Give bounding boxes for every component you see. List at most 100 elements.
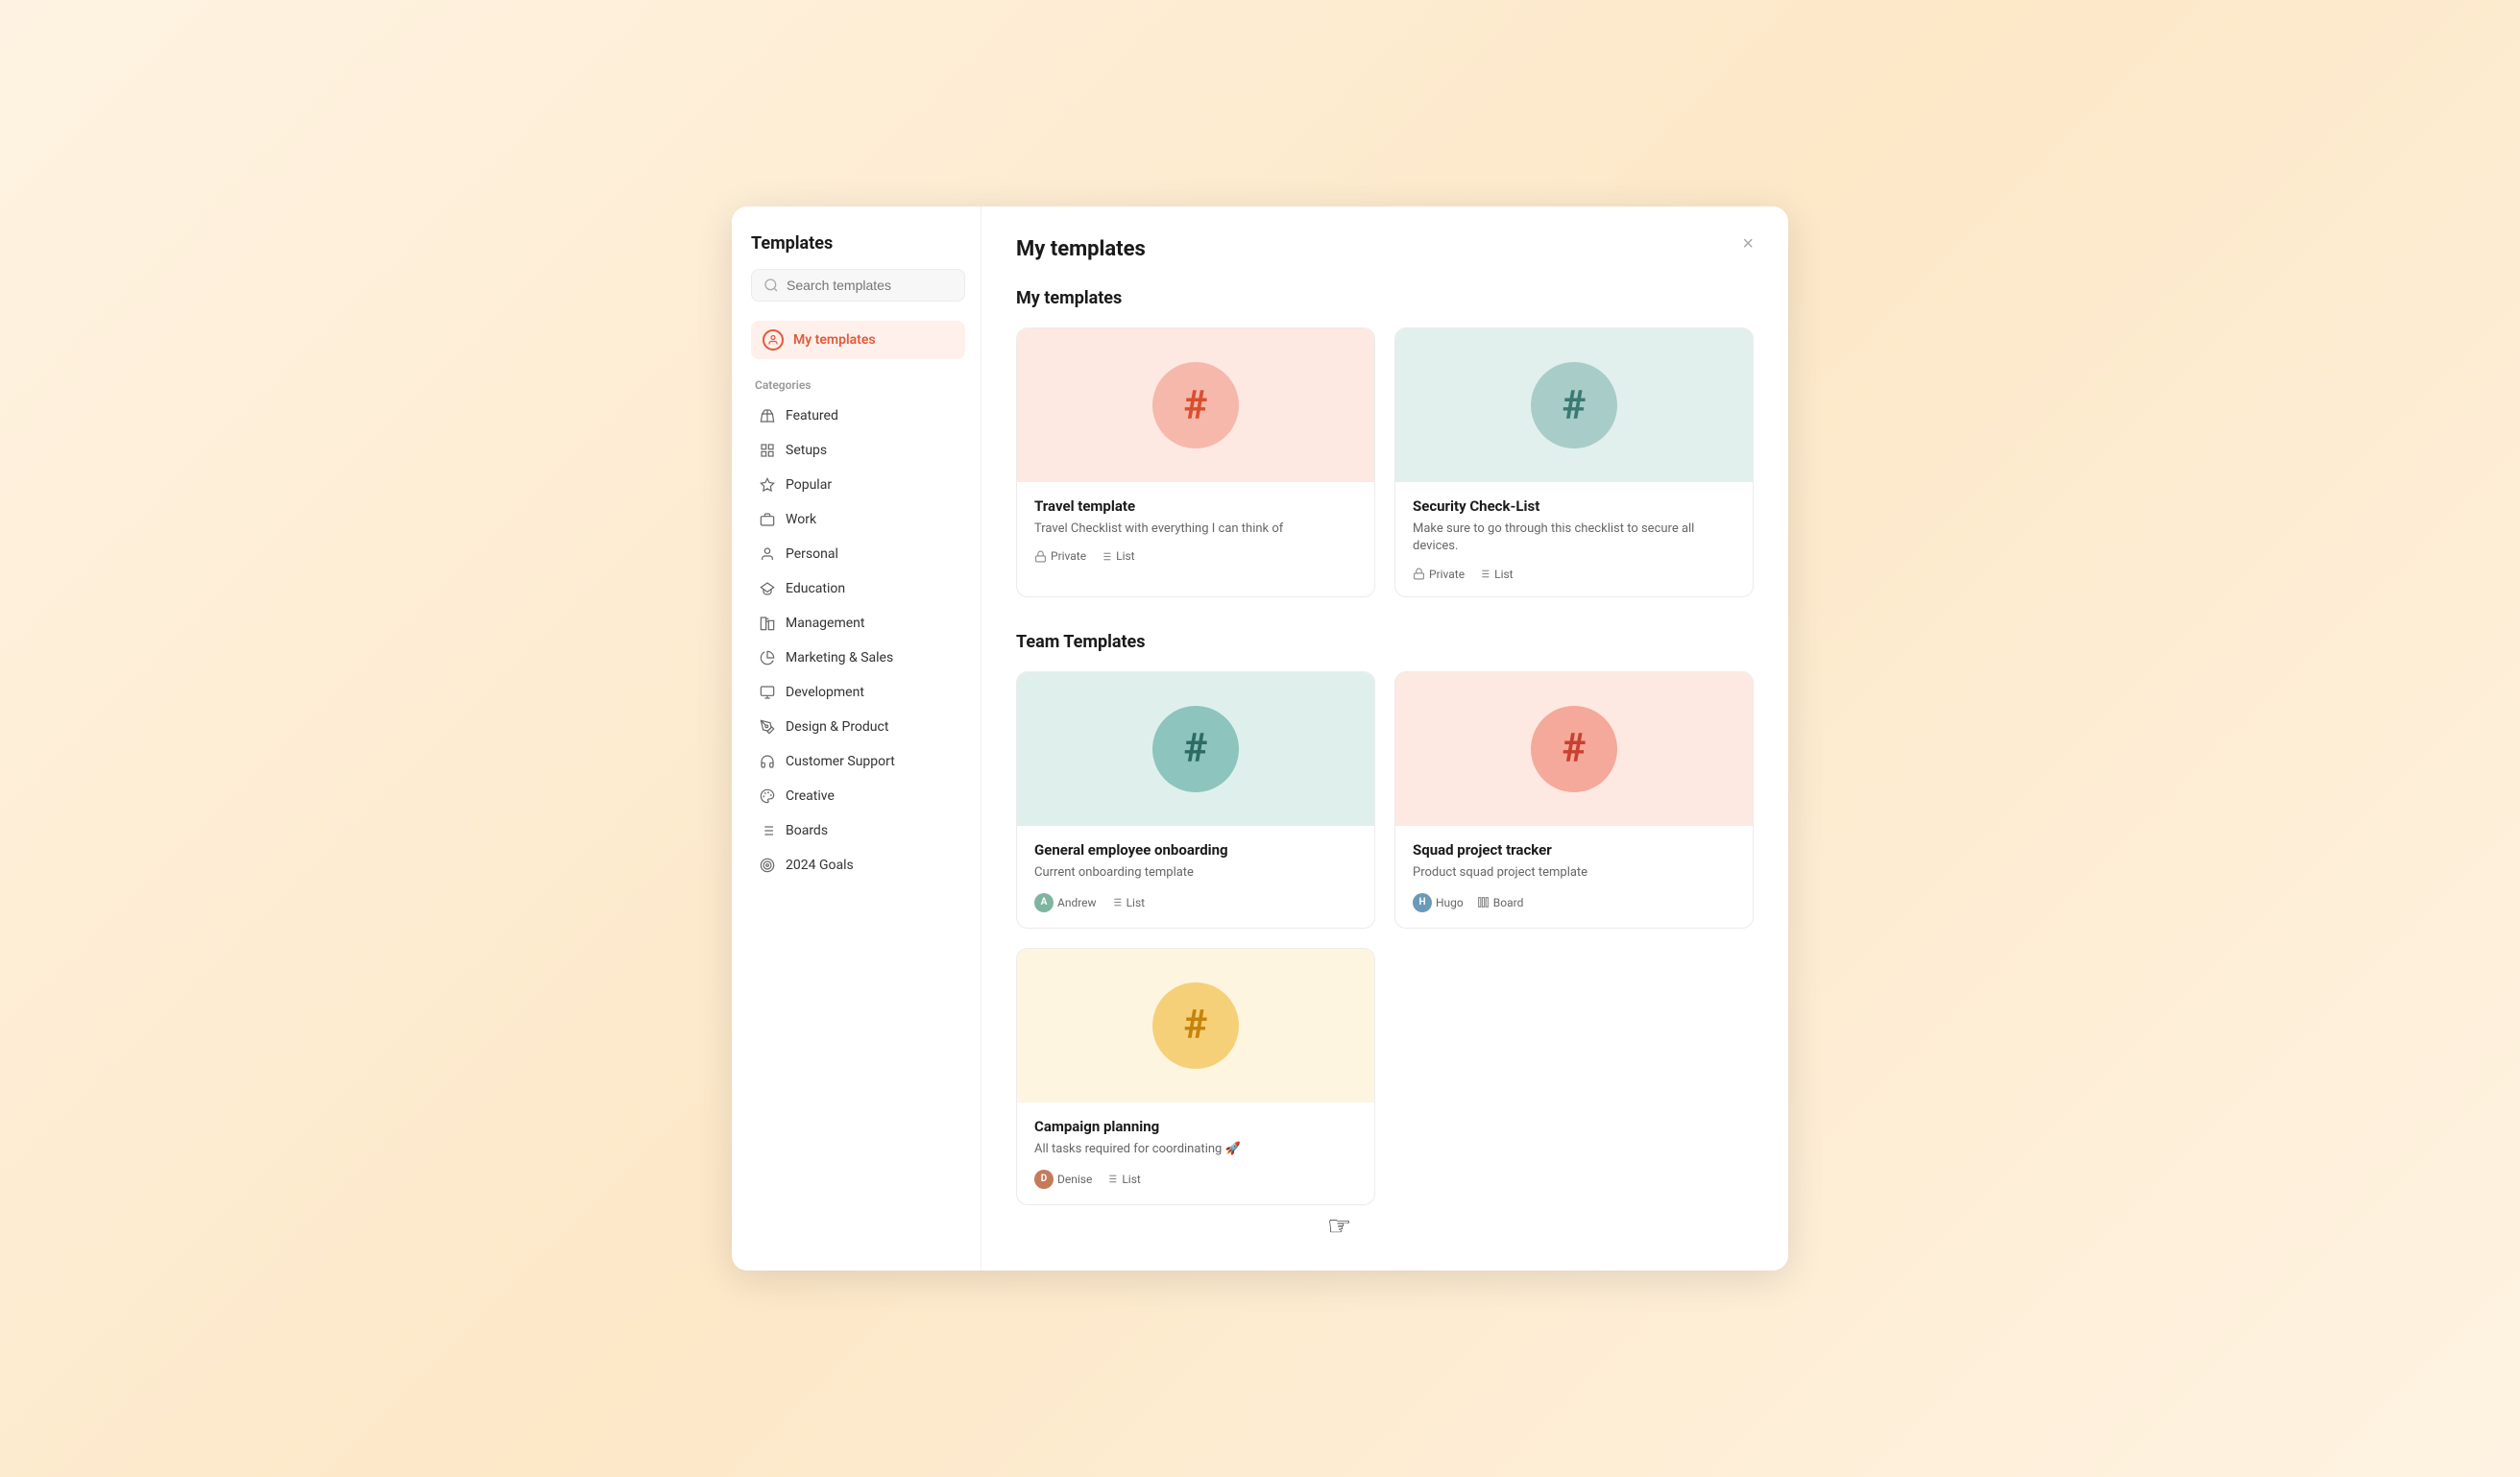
sidebar-item-label: 2024 Goals [786, 858, 854, 873]
sidebar-item-design-product[interactable]: Design & Product [751, 711, 965, 743]
avatar: D [1034, 1170, 1054, 1189]
hash-icon: # [1152, 982, 1239, 1069]
template-card-squad-tracker[interactable]: # Squad project tracker Product squad pr… [1394, 671, 1754, 929]
sidebar-item-label: Featured [786, 408, 838, 424]
sidebar-item-management[interactable]: Management [751, 607, 965, 640]
card-type: List [1110, 896, 1146, 909]
my-templates-label: My templates [793, 332, 876, 348]
target-icon [759, 857, 776, 874]
sidebar-title: Templates [751, 233, 965, 254]
sidebar-item-label: Work [786, 512, 816, 527]
sidebar-item-label: Creative [786, 788, 835, 804]
template-card-security[interactable]: # Security Check-List Make sure to go th… [1394, 327, 1754, 596]
card-type: Board [1477, 896, 1524, 909]
my-templates-icon [763, 329, 784, 351]
sidebar-item-work[interactable]: Work [751, 503, 965, 536]
card-description: Make sure to go through this checklist t… [1413, 521, 1735, 555]
monitor-icon [759, 684, 776, 701]
briefcase-icon [759, 511, 776, 528]
lock-icon [1413, 568, 1425, 580]
search-input[interactable] [787, 278, 953, 293]
sidebar-item-label: Design & Product [786, 719, 888, 735]
sidebar-item-marketing-sales[interactable]: Marketing & Sales [751, 642, 965, 674]
star-icon [759, 476, 776, 494]
card-title: Security Check-List [1413, 497, 1735, 515]
card-author: A Andrew [1034, 893, 1097, 912]
chart-pie-icon [759, 649, 776, 666]
pen-icon [759, 718, 776, 736]
main-content: My templates × My templates # Travel tem… [981, 206, 1788, 1271]
bars-icon [759, 822, 776, 839]
card-preview: # [1395, 672, 1753, 826]
sidebar-item-development[interactable]: Development [751, 676, 965, 709]
avatar: A [1034, 893, 1054, 912]
card-description: Travel Checklist with everything I can t… [1034, 521, 1357, 538]
card-preview: # [1395, 328, 1753, 482]
templates-modal: Templates My templates Categories [732, 206, 1788, 1271]
card-body: Travel template Travel Checklist with ev… [1017, 482, 1374, 578]
building-icon [759, 615, 776, 632]
my-templates-section-title: My templates [1016, 288, 1754, 308]
team-templates-section-title: Team Templates [1016, 632, 1754, 652]
card-type: List [1100, 549, 1135, 563]
card-description: Product squad project template [1413, 864, 1735, 882]
template-card-onboarding[interactable]: # General employee onboarding Current on… [1016, 671, 1375, 929]
card-title: Campaign planning [1034, 1118, 1357, 1135]
card-body: General employee onboarding Current onbo… [1017, 826, 1374, 928]
hash-icon: # [1531, 362, 1617, 448]
search-box[interactable] [751, 269, 965, 302]
card-type: List [1478, 568, 1514, 581]
sidebar-item-label: Popular [786, 477, 832, 493]
graduation-icon [759, 580, 776, 597]
card-preview: # [1017, 328, 1374, 482]
card-meta: D Denise List [1034, 1170, 1357, 1189]
sidebar-item-customer-support[interactable]: Customer Support [751, 745, 965, 778]
list-icon [1478, 568, 1490, 580]
person-icon [759, 545, 776, 563]
sidebar-item-label: Education [786, 581, 845, 596]
sidebar-item-boards[interactable]: Boards [751, 814, 965, 847]
card-preview: # [1017, 672, 1374, 826]
sidebar: Templates My templates Categories [732, 206, 981, 1271]
card-privacy: Private [1034, 549, 1086, 563]
card-meta: Private List [1034, 549, 1357, 563]
sidebar-item-label: Personal [786, 546, 838, 562]
sidebar-item-creative[interactable]: Creative [751, 780, 965, 812]
hash-icon: # [1152, 362, 1239, 448]
sidebar-item-popular[interactable]: Popular [751, 469, 965, 501]
my-templates-grid: # Travel template Travel Checklist with … [1016, 327, 1754, 596]
card-meta: Private List [1413, 568, 1735, 581]
sidebar-item-2024-goals[interactable]: 2024 Goals [751, 849, 965, 882]
main-header: My templates [1016, 237, 1754, 261]
card-meta: A Andrew List [1034, 893, 1357, 912]
sidebar-item-label: Marketing & Sales [786, 650, 893, 666]
card-privacy: Private [1413, 568, 1465, 581]
list-icon [1105, 1173, 1118, 1185]
template-card-travel[interactable]: # Travel template Travel Checklist with … [1016, 327, 1375, 596]
card-author: D Denise [1034, 1170, 1092, 1189]
board-icon [1477, 896, 1490, 908]
sidebar-item-label: Customer Support [786, 754, 895, 769]
lock-icon [1034, 550, 1047, 563]
my-templates-button[interactable]: My templates [751, 321, 965, 359]
list-icon [1100, 550, 1112, 563]
close-button[interactable]: × [1734, 230, 1761, 259]
template-card-campaign-planning[interactable]: # Campaign planning All tasks required f… [1016, 948, 1375, 1205]
search-icon [763, 278, 779, 293]
card-author: H Hugo [1413, 893, 1464, 912]
headset-icon [759, 753, 776, 770]
sidebar-item-setups[interactable]: Setups [751, 434, 965, 467]
list-icon [1110, 896, 1123, 908]
sidebar-item-personal[interactable]: Personal [751, 538, 965, 570]
card-preview: # [1017, 949, 1374, 1102]
card-description: All tasks required for coordinating 🚀 [1034, 1141, 1357, 1158]
avatar: H [1413, 893, 1432, 912]
sidebar-item-label: Boards [786, 823, 828, 838]
sidebar-item-featured[interactable]: Featured [751, 400, 965, 432]
card-body: Squad project tracker Product squad proj… [1395, 826, 1753, 928]
sidebar-item-education[interactable]: Education [751, 572, 965, 605]
card-body: Security Check-List Make sure to go thro… [1395, 482, 1753, 595]
ribbon-icon [759, 407, 776, 424]
card-title: General employee onboarding [1034, 841, 1357, 859]
page-title: My templates [1016, 237, 1146, 261]
